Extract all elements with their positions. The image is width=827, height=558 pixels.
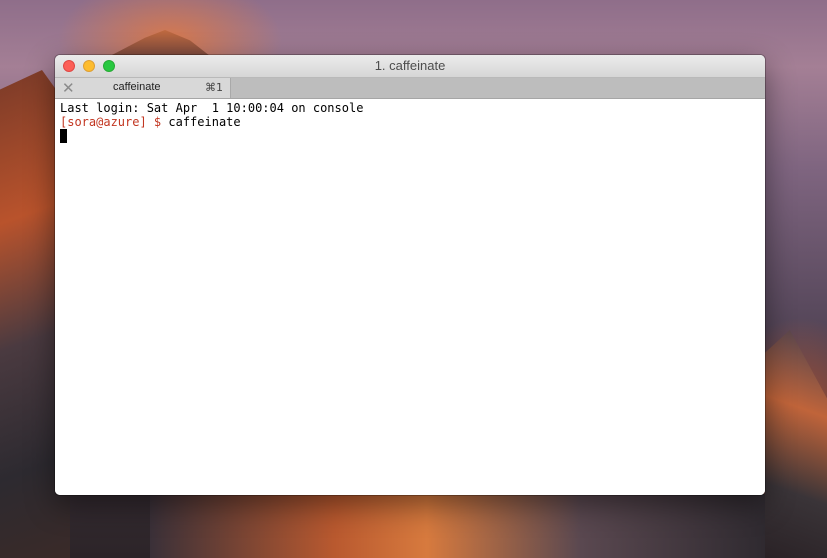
command-text: caffeinate <box>161 115 241 129</box>
title-bar[interactable]: 1. caffeinate <box>55 55 765 78</box>
tab-shortcut: ⌘1 <box>205 81 223 94</box>
text-cursor <box>60 129 67 143</box>
terminal-content[interactable]: Last login: Sat Apr 1 10:00:04 on consol… <box>55 99 765 495</box>
wallpaper-peak <box>110 30 210 56</box>
last-login-line: Last login: Sat Apr 1 10:00:04 on consol… <box>60 101 364 115</box>
terminal-window: 1. caffeinate ✕ caffeinate ⌘1 Last login… <box>55 55 765 495</box>
wallpaper-mountain-right <box>765 330 827 558</box>
tab-close-icon[interactable]: ✕ <box>62 79 75 97</box>
window-title: 1. caffeinate <box>374 58 446 73</box>
tab-bar: ✕ caffeinate ⌘1 <box>55 78 765 99</box>
tab-caffeinate[interactable]: ✕ caffeinate ⌘1 <box>55 78 231 98</box>
wallpaper-mountain-bottom <box>150 494 765 558</box>
shell-prompt: [sora@azure] $ <box>60 115 162 129</box>
command-line: [sora@azure] $ caffeinate <box>60 115 241 129</box>
tab-label: caffeinate <box>113 81 161 93</box>
